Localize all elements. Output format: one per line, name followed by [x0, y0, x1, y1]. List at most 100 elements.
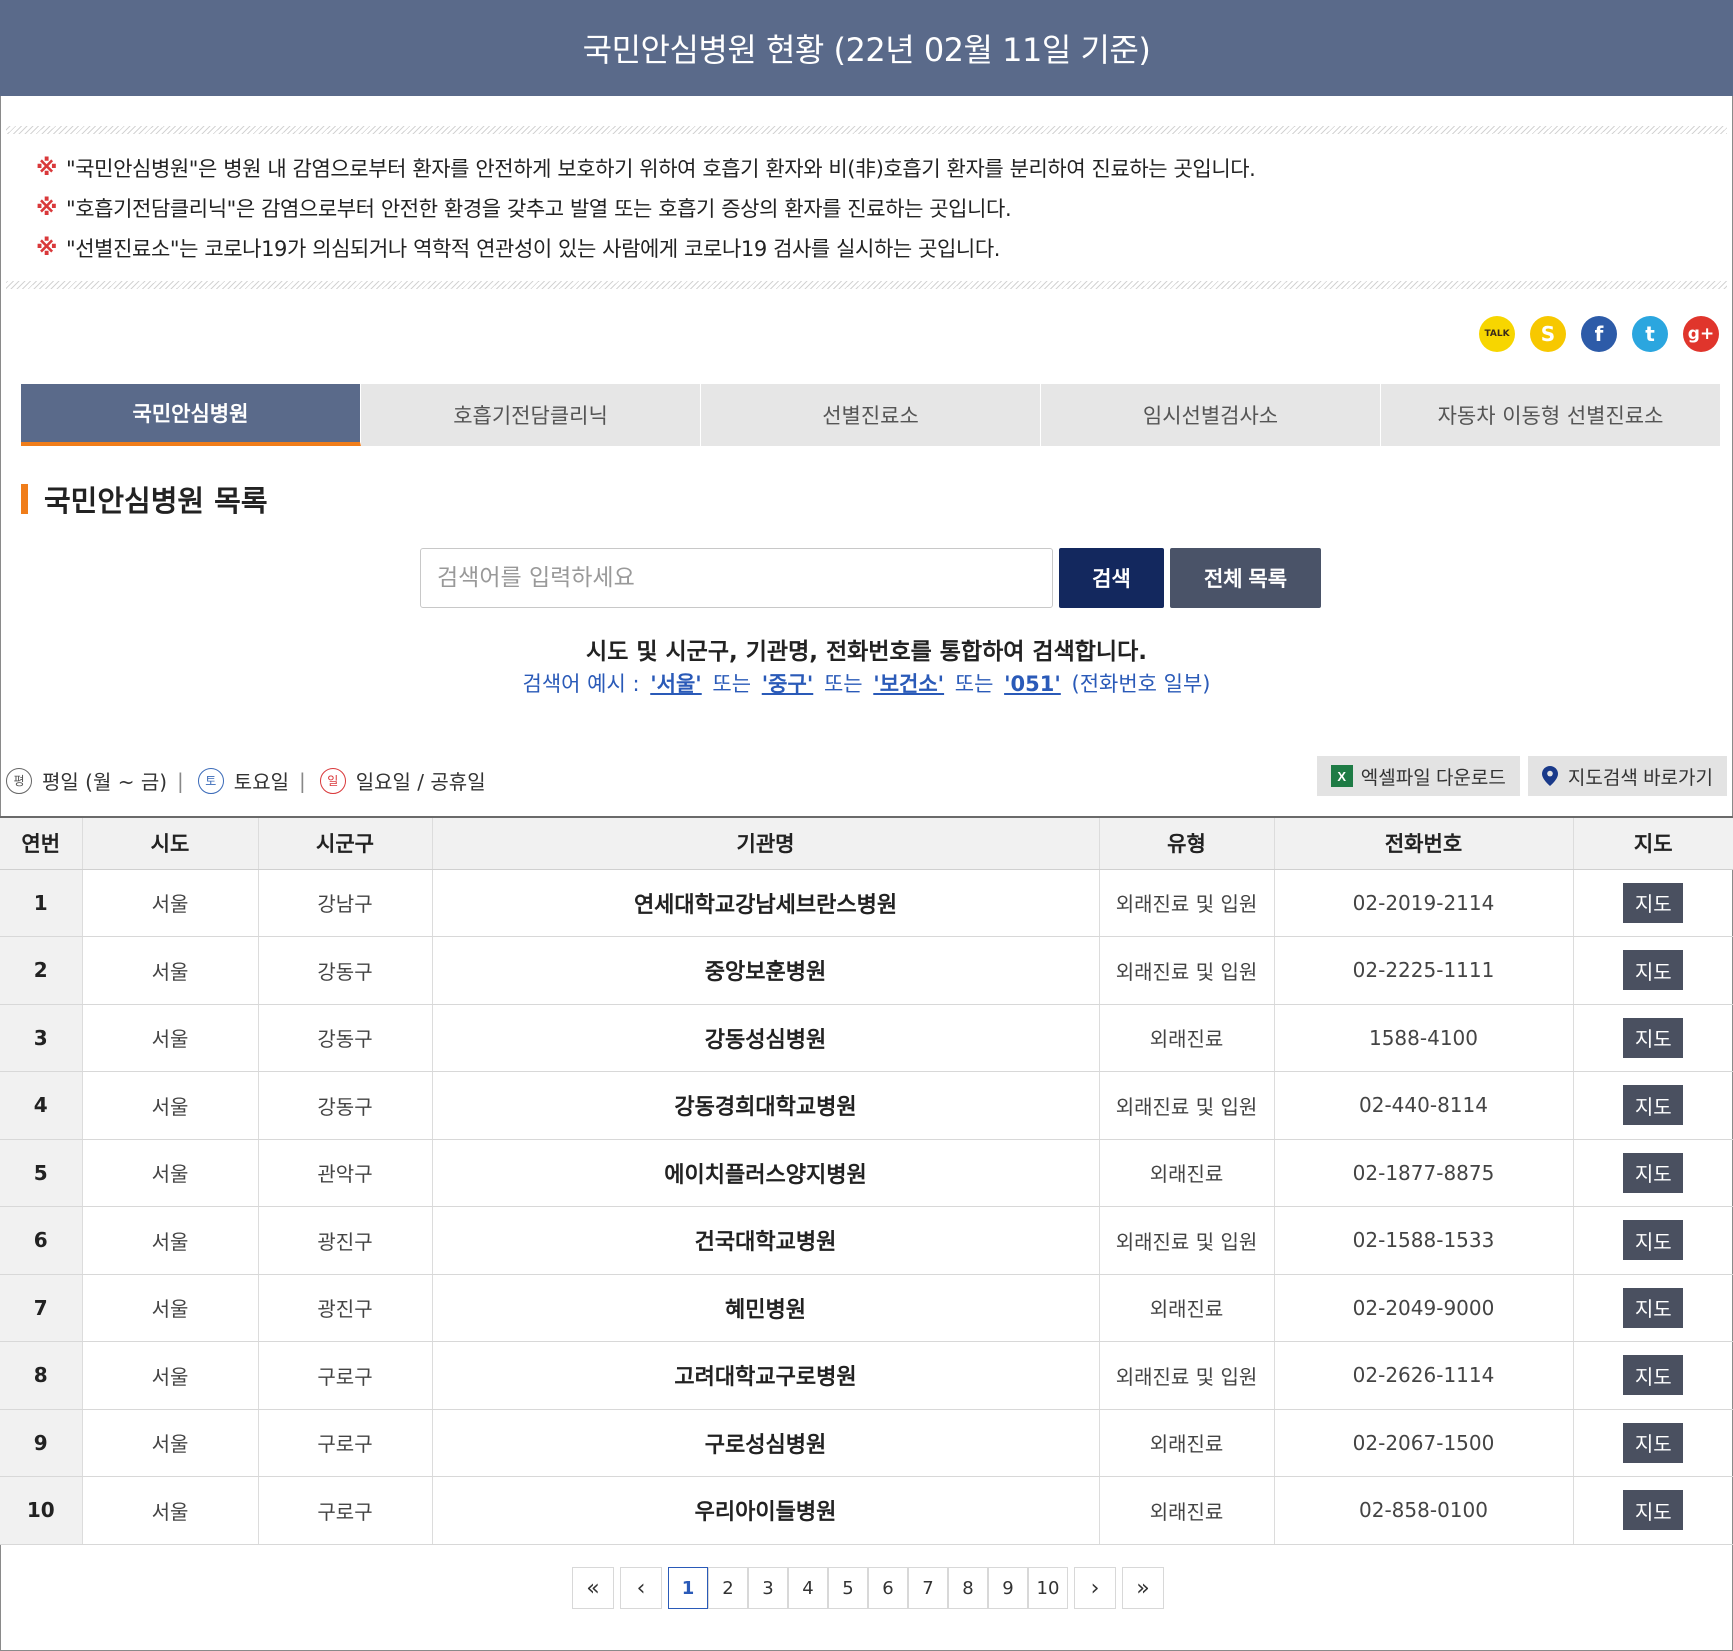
map-search-button[interactable]: 지도검색 바로가기: [1527, 756, 1727, 796]
map-button[interactable]: 지도: [1623, 1355, 1684, 1396]
map-button[interactable]: 지도: [1623, 950, 1684, 991]
cell-type: 외래진료: [1099, 1409, 1275, 1477]
map-button[interactable]: 지도: [1623, 882, 1684, 923]
cell-name: 우리아이들병원: [432, 1476, 1100, 1545]
facebook-share-icon[interactable]: f: [1581, 316, 1617, 352]
table-row: 10 서울 구로구 우리아이들병원 외래진료 02-858-0100 지도: [0, 1476, 1733, 1545]
legend-separator: |: [299, 768, 306, 793]
map-button[interactable]: 지도: [1623, 1287, 1684, 1328]
cell-no: 6: [0, 1206, 83, 1275]
cell-map: 지도: [1573, 1409, 1733, 1477]
page-button-1[interactable]: 1: [668, 1567, 708, 1609]
map-button[interactable]: 지도: [1623, 1422, 1684, 1463]
tab-screening-clinic[interactable]: 선별진료소: [701, 384, 1041, 446]
cell-no: 3: [0, 1004, 83, 1072]
cell-sigungu: 강남구: [258, 869, 433, 937]
page-button-8[interactable]: 8: [948, 1567, 988, 1609]
tab-temporary-testing[interactable]: 임시선별검사소: [1041, 384, 1381, 446]
page-button-5[interactable]: 5: [828, 1567, 868, 1609]
map-button[interactable]: 지도: [1623, 1017, 1684, 1058]
cell-map: 지도: [1573, 936, 1733, 1005]
tab-safe-hospital[interactable]: 국민안심병원: [21, 384, 361, 446]
kakaostory-share-icon[interactable]: S: [1530, 316, 1566, 352]
page-button-6[interactable]: 6: [868, 1567, 908, 1609]
weekday-icon: 평: [6, 767, 32, 794]
hospital-table: 연번 시도 시군구 기관명 유형 전화번호 지도 1 서울 강남구 연세대학교강…: [0, 816, 1733, 1545]
tab-respiratory-clinic[interactable]: 호흡기전담클리닉: [361, 384, 701, 446]
cell-type: 외래진료: [1099, 1274, 1275, 1342]
kakaotalk-share-icon[interactable]: TALK: [1479, 316, 1515, 352]
cell-sido: 서울: [82, 1206, 259, 1275]
legend-separator: |: [177, 768, 184, 793]
cell-sigungu: 구로구: [258, 1476, 433, 1545]
sunday-label: 일요일 / 공휴일: [355, 770, 486, 794]
first-page-button[interactable]: «: [572, 1567, 614, 1609]
reference-mark-icon: ※: [36, 155, 57, 181]
cell-map: 지도: [1573, 1341, 1733, 1410]
reference-mark-icon: ※: [36, 195, 57, 221]
full-list-button[interactable]: 전체 목록: [1170, 548, 1321, 608]
cell-map: 지도: [1573, 1139, 1733, 1207]
category-tabs: 국민안심병원 호흡기전담클리닉 선별진료소 임시선별검사소 자동차 이동형 선별…: [21, 384, 1721, 446]
table-row: 2 서울 강동구 중앙보훈병원 외래진료 및 입원 02-2225-1111 지…: [0, 936, 1733, 1005]
excel-download-button[interactable]: X 엑셀파일 다운로드: [1316, 756, 1520, 796]
cell-phone: 02-2067-1500: [1274, 1409, 1574, 1477]
cell-type: 외래진료 및 입원: [1099, 1071, 1275, 1140]
notice-item: ※ "선별진료소"는 코로나19가 의심되거나 역학적 연관성이 있는 사람에게…: [36, 228, 1727, 268]
example-link-seoul[interactable]: '서울': [650, 672, 702, 696]
cell-no: 5: [0, 1139, 83, 1207]
page-button-4[interactable]: 4: [788, 1567, 828, 1609]
prev-page-button[interactable]: ‹: [620, 1567, 662, 1609]
next-page-button[interactable]: ›: [1074, 1567, 1116, 1609]
cell-sigungu: 강동구: [258, 1071, 433, 1140]
cell-type: 외래진료: [1099, 1139, 1275, 1207]
example-or: 또는: [712, 672, 752, 696]
cell-type: 외래진료: [1099, 1004, 1275, 1072]
tab-drive-thru-screening[interactable]: 자동차 이동형 선별진료소: [1381, 384, 1721, 446]
example-link-health-center[interactable]: '보건소': [873, 672, 944, 696]
map-button[interactable]: 지도: [1623, 1152, 1684, 1193]
last-page-button[interactable]: »: [1122, 1567, 1164, 1609]
cell-map: 지도: [1573, 1206, 1733, 1275]
cell-phone: 02-2019-2114: [1274, 869, 1574, 937]
cell-map: 지도: [1573, 1071, 1733, 1140]
map-button[interactable]: 지도: [1623, 1085, 1684, 1126]
col-header-name: 기관명: [432, 816, 1100, 870]
search-button[interactable]: 검색: [1059, 548, 1164, 608]
cell-name: 고려대학교구로병원: [432, 1341, 1100, 1410]
sunday-icon: 일: [319, 767, 346, 794]
pagination: « ‹ 1 2 3 4 5 6 7 8 9 10 › »: [572, 1567, 1164, 1609]
twitter-share-icon[interactable]: t: [1632, 316, 1668, 352]
page-button-7[interactable]: 7: [908, 1567, 948, 1609]
example-link-051[interactable]: '051': [1004, 672, 1061, 696]
cell-name: 강동성심병원: [432, 1004, 1100, 1072]
page-button-3[interactable]: 3: [748, 1567, 788, 1609]
notice-text: "선별진료소"는 코로나19가 의심되거나 역학적 연관성이 있는 사람에게 코…: [66, 237, 1001, 261]
table-row: 9 서울 구로구 구로성심병원 외래진료 02-2067-1500 지도: [0, 1409, 1733, 1477]
table-header-row: 연번 시도 시군구 기관명 유형 전화번호 지도: [0, 816, 1733, 870]
notice-item: ※ "호흡기전담클리닉"은 감염으로부터 안전한 환경을 갖추고 발열 또는 호…: [36, 188, 1727, 228]
cell-sigungu: 강동구: [258, 1004, 433, 1072]
cell-sigungu: 관악구: [258, 1139, 433, 1207]
notice-text: "호흡기전담클리닉"은 감염으로부터 안전한 환경을 갖추고 발열 또는 호흡기…: [66, 197, 1012, 221]
map-button[interactable]: 지도: [1623, 1220, 1684, 1261]
cell-type: 외래진료 및 입원: [1099, 936, 1275, 1005]
page-button-10[interactable]: 10: [1028, 1567, 1068, 1609]
section-title: 국민안심병원 목록: [21, 480, 268, 518]
table-row: 4 서울 강동구 강동경희대학교병원 외래진료 및 입원 02-440-8114…: [0, 1071, 1733, 1140]
saturday-icon: 토: [197, 767, 224, 794]
cell-phone: 02-2626-1114: [1274, 1341, 1574, 1410]
page-button-2[interactable]: 2: [708, 1567, 748, 1609]
cell-sigungu: 광진구: [258, 1274, 433, 1342]
page-button-9[interactable]: 9: [988, 1567, 1028, 1609]
cell-no: 10: [0, 1476, 83, 1545]
cell-map: 지도: [1573, 1274, 1733, 1342]
example-link-junggu[interactable]: '중구': [762, 672, 814, 696]
cell-no: 2: [0, 936, 83, 1005]
day-legend: 평 평일 (월 ~ 금) | 토 토요일 | 일 일요일 / 공휴일: [6, 766, 486, 795]
search-input[interactable]: [420, 548, 1053, 608]
map-button[interactable]: 지도: [1623, 1490, 1684, 1531]
cell-no: 9: [0, 1409, 83, 1477]
googleplus-share-icon[interactable]: g+: [1683, 316, 1719, 352]
example-or: 또는: [954, 672, 994, 696]
